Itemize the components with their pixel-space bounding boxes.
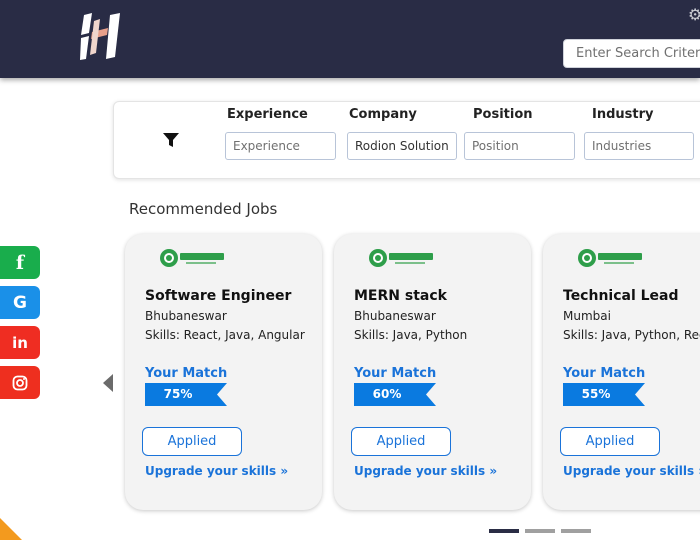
job-title[interactable]: MERN stack: [354, 288, 447, 304]
facebook-button[interactable]: f: [0, 246, 40, 279]
applied-button[interactable]: Applied: [142, 427, 242, 456]
position-input[interactable]: [464, 132, 575, 160]
experience-input[interactable]: [225, 132, 336, 160]
match-percent: 75%: [163, 387, 193, 401]
match-percent: 55%: [581, 387, 611, 401]
company-logo-icon: [578, 249, 642, 267]
company-input[interactable]: [347, 132, 457, 160]
company-label: Company: [349, 107, 417, 122]
match-ribbon: 75%: [145, 383, 227, 406]
match-label: Your Match: [354, 366, 437, 381]
funnel-icon[interactable]: [162, 131, 180, 149]
job-title[interactable]: Technical Lead: [563, 288, 679, 304]
job-card[interactable]: Software Engineer Bhubaneswar Skills: Re…: [125, 234, 322, 510]
job-skills: Skills: React, Java, Angular: [145, 328, 305, 342]
job-card[interactable]: Technical Lead Mumbai Skills: Java, Pyth…: [543, 234, 700, 510]
job-location: Bhubaneswar: [145, 309, 227, 323]
industry-input[interactable]: [584, 132, 694, 160]
filter-panel: Experience Company Position Industry: [113, 101, 700, 179]
linkedin-button[interactable]: in: [0, 326, 40, 359]
top-header: ⚙: [0, 0, 700, 78]
job-title[interactable]: Software Engineer: [145, 288, 291, 304]
google-button[interactable]: G: [0, 286, 40, 319]
match-ribbon: 55%: [563, 383, 645, 406]
job-location: Bhubaneswar: [354, 309, 436, 323]
applied-button[interactable]: Applied: [351, 427, 451, 456]
job-skills: Skills: Java, Python, Redis: [563, 328, 700, 342]
match-label: Your Match: [145, 366, 228, 381]
upgrade-skills-link[interactable]: Upgrade your skills »: [145, 464, 288, 478]
gear-icon[interactable]: ⚙: [688, 7, 700, 23]
match-ribbon: 60%: [354, 383, 436, 406]
upgrade-skills-link[interactable]: Upgrade your skills »: [563, 464, 700, 478]
corner-decoration-icon: [0, 518, 22, 540]
match-label: Your Match: [563, 366, 646, 381]
carousel-dot-2[interactable]: [525, 529, 555, 533]
google-icon: G: [13, 292, 27, 313]
company-logo-icon: [160, 249, 224, 267]
carousel-dot-3[interactable]: [561, 529, 591, 533]
industry-label: Industry: [592, 107, 654, 122]
job-portal-page: ⚙ Experience Company Position Industry R…: [0, 0, 700, 540]
experience-label: Experience: [227, 107, 308, 122]
carousel-dot-1[interactable]: [489, 529, 519, 533]
company-logo-icon: [369, 249, 433, 267]
job-card[interactable]: MERN stack Bhubaneswar Skills: Java, Pyt…: [334, 234, 531, 510]
job-skills: Skills: Java, Python: [354, 328, 468, 342]
section-title: Recommended Jobs: [129, 200, 278, 218]
match-percent: 60%: [372, 387, 402, 401]
applied-button[interactable]: Applied: [560, 427, 660, 456]
instagram-button[interactable]: [0, 366, 40, 399]
position-label: Position: [473, 107, 533, 122]
linkedin-icon: in: [12, 333, 28, 352]
instagram-icon: [12, 375, 28, 390]
search-input[interactable]: [563, 39, 700, 68]
carousel-prev-icon[interactable]: [102, 374, 114, 392]
facebook-icon: f: [15, 251, 25, 274]
job-location: Mumbai: [563, 309, 611, 323]
brand-logo-icon[interactable]: [80, 13, 122, 61]
upgrade-skills-link[interactable]: Upgrade your skills »: [354, 464, 497, 478]
